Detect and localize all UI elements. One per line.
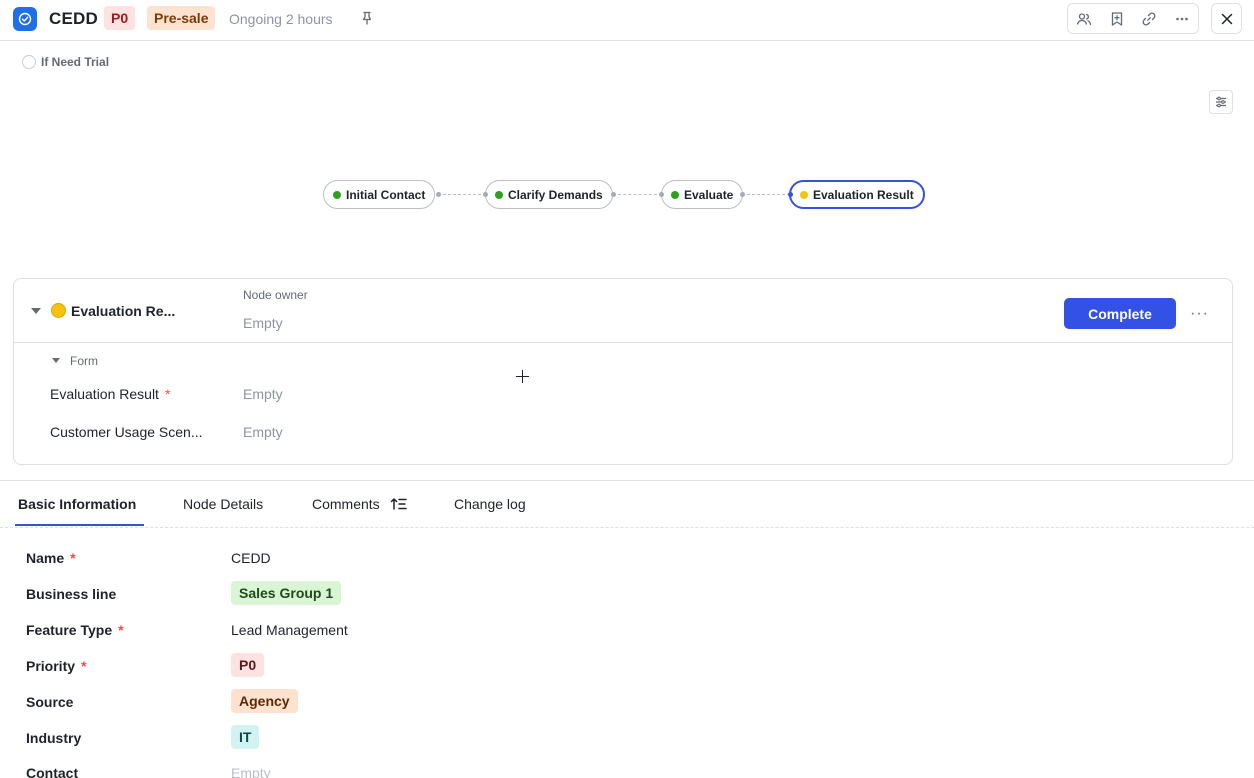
header-toolbar	[1067, 3, 1199, 34]
flow-connector	[613, 194, 662, 195]
flow-port	[483, 192, 488, 197]
flow-node-evaluate[interactable]: Evaluate	[661, 180, 744, 209]
info-label-text: Priority	[26, 658, 76, 674]
trial-label: If Need Trial	[41, 55, 110, 69]
radio-circle[interactable]	[22, 55, 36, 69]
flow-port	[740, 192, 745, 197]
tab-comments[interactable]: Comments	[312, 496, 408, 512]
flow-port	[659, 192, 664, 197]
close-button[interactable]	[1211, 3, 1242, 34]
crosshair-cursor	[516, 370, 529, 383]
node-title: Evaluation Re...	[71, 303, 176, 319]
active-status-dot	[800, 190, 808, 199]
node-panel: Evaluation Re... Node owner Empty Comple…	[13, 278, 1233, 465]
node-owner-value[interactable]: Empty	[243, 315, 283, 331]
industry-tag[interactable]: IT	[231, 725, 260, 749]
more-icon[interactable]	[1166, 4, 1199, 33]
members-icon[interactable]	[1068, 4, 1101, 33]
node-owner-label: Node owner	[243, 288, 308, 302]
active-status-icon	[51, 303, 66, 318]
tab-basic-information[interactable]: Basic Information	[18, 496, 136, 512]
page-title: CEDD	[49, 9, 98, 28]
field-label-evaluation-result: Evaluation Result *	[50, 386, 170, 402]
flow-port	[611, 192, 616, 197]
evaluation-result-value[interactable]: Empty	[243, 386, 283, 402]
info-label-business-line: Business line	[26, 586, 117, 602]
required-mark: *	[164, 386, 171, 402]
tab-node-details[interactable]: Node Details	[183, 496, 263, 512]
divider	[14, 342, 1232, 343]
divider	[0, 527, 1254, 528]
layout-settings-button[interactable]	[1209, 90, 1233, 114]
info-label-text: Name	[26, 550, 65, 566]
pin-icon[interactable]	[359, 10, 375, 26]
info-label-source: Source	[26, 694, 74, 710]
flow-connector	[438, 194, 486, 195]
form-section-label: Form	[70, 354, 98, 368]
tab-change-log[interactable]: Change log	[454, 496, 526, 512]
status-text: Ongoing 2 hours	[229, 11, 333, 27]
flow-node-label: Initial Contact	[346, 187, 426, 202]
done-status-dot	[495, 190, 503, 199]
business-line-tag[interactable]: Sales Group 1	[231, 581, 342, 605]
required-mark: *	[81, 658, 87, 674]
priority-badge: P0	[104, 6, 136, 30]
info-label-contact: Contact	[26, 765, 79, 778]
more-icon[interactable]: ···	[1190, 305, 1209, 323]
required-mark: *	[118, 622, 124, 638]
complete-button[interactable]: Complete	[1064, 298, 1176, 329]
flow-node-clarify-demands[interactable]: Clarify Demands	[485, 180, 613, 209]
required-mark: *	[70, 550, 76, 566]
header: CEDD P0 Pre-sale Ongoing 2 hours	[0, 0, 1254, 41]
settings-sliders-icon	[1216, 96, 1226, 108]
collapse-caret-icon[interactable]	[31, 308, 41, 314]
name-value[interactable]: CEDD	[231, 550, 271, 566]
flow-port	[788, 192, 793, 197]
info-label-feature-type: Feature Type *	[26, 622, 124, 638]
info-label-text: Feature Type	[26, 622, 113, 638]
divider	[0, 480, 1254, 481]
contact-value[interactable]: Empty	[231, 765, 271, 778]
link-icon[interactable]	[1133, 4, 1166, 33]
flow-node-label: Clarify Demands	[508, 187, 603, 202]
flow-node-label: Evaluate	[684, 187, 734, 202]
info-label-name: Name *	[26, 550, 76, 566]
flow-node-evaluation-result[interactable]: Evaluation Result	[789, 180, 925, 209]
priority-tag[interactable]: P0	[231, 653, 265, 677]
customer-usage-value[interactable]: Empty	[243, 424, 283, 440]
active-tab-indicator	[15, 524, 144, 526]
flow-node-label: Evaluation Result	[813, 187, 914, 202]
flow-port	[436, 192, 441, 197]
source-tag[interactable]: Agency	[231, 689, 298, 713]
flow-node-initial-contact[interactable]: Initial Contact	[323, 180, 436, 209]
bookmark-icon[interactable]	[1101, 4, 1134, 33]
flow-connector	[742, 194, 790, 195]
info-label-industry: Industry	[26, 730, 82, 746]
field-label-customer-usage: Customer Usage Scen...	[50, 424, 203, 440]
close-icon	[1221, 13, 1232, 24]
app-check-icon	[13, 7, 37, 31]
sort-icon[interactable]	[390, 496, 408, 512]
done-status-dot	[333, 190, 341, 199]
feature-type-value[interactable]: Lead Management	[231, 622, 348, 638]
form-caret-icon[interactable]	[52, 358, 60, 363]
done-status-dot	[671, 190, 679, 199]
field-label-text: Evaluation Result	[50, 386, 159, 402]
info-label-priority: Priority *	[26, 658, 86, 674]
type-badge: Pre-sale	[147, 6, 216, 30]
tab-comments-label: Comments	[312, 496, 380, 512]
if-need-trial-option[interactable]: If Need Trial	[22, 55, 109, 69]
